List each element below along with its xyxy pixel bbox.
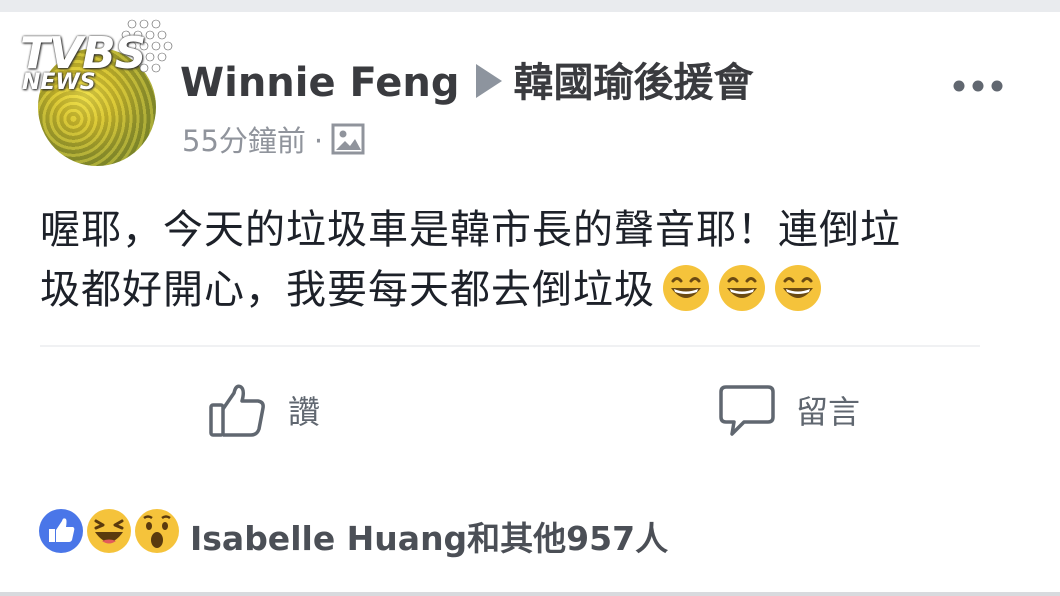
like-reaction-icon [39,509,83,553]
top-strip [0,0,1060,12]
gallery-icon [331,123,365,155]
more-options-button[interactable] [952,62,1004,102]
meta-separator: · [313,124,324,158]
grinning-emoji [663,265,709,311]
grinning-emoji [775,265,821,311]
like-label: 讚 [288,393,321,431]
wow-reaction-icon [135,509,179,553]
comment-label: 留言 [796,393,861,431]
comment-button[interactable]: 留言 [718,380,860,440]
more-options-icon [953,80,1003,92]
post-timestamp[interactable]: 55分鐘前 [182,124,306,158]
like-icon [209,384,265,437]
author-name-link[interactable]: Winnie Feng [180,60,460,106]
post-text-line-1: 喔耶，今天的垃圾車是韓市長的聲音耶！連倒垃 [40,207,901,253]
post-header-author: Winnie Feng 韓國瑜後援會 [180,50,754,108]
reactions-summary[interactable]: Isabelle Huang和其他957人 [190,512,668,560]
bottom-border [0,592,1060,596]
post-text-line-2: 圾都好開心，我要每天都去倒垃圾 [40,267,655,313]
logo-sub-text: NEWS [22,70,96,95]
haha-reaction-icon [87,509,131,553]
reaction-icons[interactable] [38,508,182,554]
arrow-right-icon [475,64,502,98]
like-button[interactable]: 讚 [208,380,320,440]
post-text-line-2-wrap: 圾都好開心，我要每天都去倒垃圾 [40,260,1030,320]
post-divider [40,345,980,347]
group-name-link[interactable]: 韓國瑜後援會 [514,60,754,106]
post-body: 喔耶，今天的垃圾車是韓市長的聲音耶！連倒垃 圾都好開心，我要每天都去倒垃圾 [40,200,1030,320]
comment-icon [719,385,775,436]
tvbs-news-logo: TVBS NEWS [16,16,176,100]
grinning-emoji [719,265,765,311]
post-meta: 55分鐘前 · [182,118,365,160]
